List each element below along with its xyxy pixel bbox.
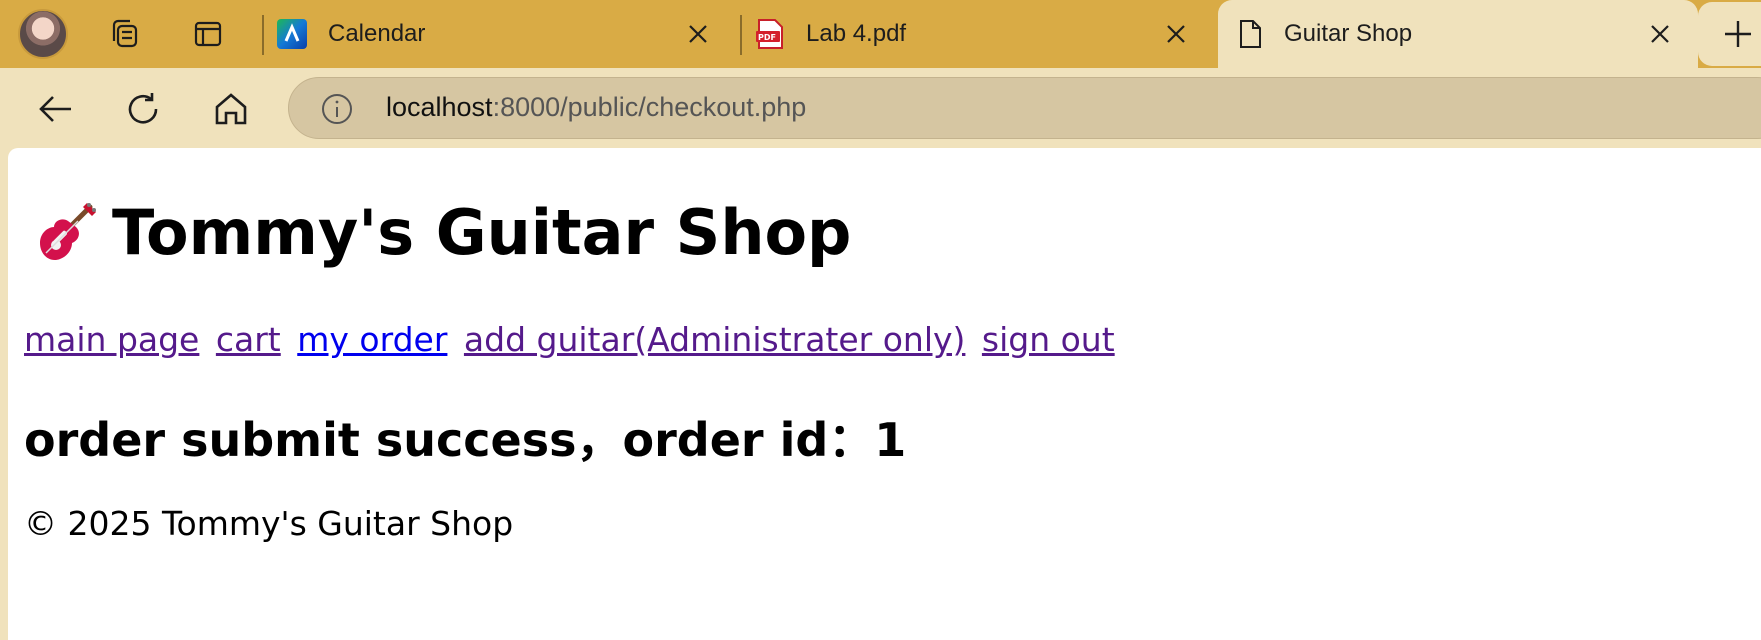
tab-calendar[interactable]: Calendar bbox=[266, 0, 736, 68]
url-path: :8000/public/checkout.php bbox=[492, 92, 807, 122]
nav-link-sign-out[interactable]: sign out bbox=[982, 320, 1115, 359]
new-tab-button[interactable] bbox=[1698, 2, 1761, 66]
plus-icon bbox=[1725, 21, 1751, 47]
arrow-left-icon bbox=[39, 96, 71, 122]
address-url[interactable]: localhost:8000/public/checkout.php bbox=[386, 92, 806, 123]
vertical-tabs-icon[interactable] bbox=[190, 16, 226, 52]
calendar-app-icon bbox=[276, 18, 308, 50]
nav-link-my-order[interactable]: my order bbox=[297, 320, 447, 359]
close-tab-icon[interactable] bbox=[686, 22, 710, 46]
url-host: localhost bbox=[386, 92, 493, 122]
tab-lab4-pdf[interactable]: PDF Lab 4.pdf bbox=[744, 0, 1214, 68]
info-icon[interactable] bbox=[321, 93, 353, 125]
site-nav: main page cart my order add guitar(Admin… bbox=[24, 320, 1121, 359]
tab-strip: Calendar PDF Lab 4.pdf Guitar Shop bbox=[0, 0, 1761, 68]
page-viewport: Tommy's Guitar Shop main page cart my or… bbox=[8, 148, 1761, 640]
nav-link-main-page[interactable]: main page bbox=[24, 320, 199, 359]
nav-link-cart[interactable]: cart bbox=[216, 320, 281, 359]
close-tab-icon[interactable] bbox=[1164, 22, 1188, 46]
browser-toolbar: localhost:8000/public/checkout.php bbox=[0, 68, 1761, 148]
profile-avatar[interactable] bbox=[18, 9, 68, 59]
svg-text:PDF: PDF bbox=[758, 33, 776, 42]
guitar-icon bbox=[40, 202, 96, 260]
tab-separator bbox=[740, 15, 742, 55]
close-tab-icon[interactable] bbox=[1648, 22, 1672, 46]
page-icon bbox=[1234, 18, 1266, 50]
refresh-button[interactable] bbox=[120, 86, 166, 132]
back-button[interactable] bbox=[32, 86, 78, 132]
page-footer: © 2025 Tommy's Guitar Shop bbox=[24, 504, 514, 543]
tab-separator bbox=[262, 15, 264, 55]
tab-title: Guitar Shop bbox=[1284, 20, 1413, 47]
tab-title: Lab 4.pdf bbox=[806, 20, 907, 47]
pdf-icon: PDF bbox=[754, 18, 786, 50]
page-title: Tommy's Guitar Shop bbox=[32, 196, 851, 269]
refresh-icon bbox=[128, 93, 158, 124]
address-bar[interactable]: localhost:8000/public/checkout.php bbox=[288, 77, 1761, 139]
tab-guitar-shop[interactable]: Guitar Shop bbox=[1218, 0, 1698, 68]
nav-link-add-guitar[interactable]: add guitar(Administrater only) bbox=[464, 320, 965, 359]
workspaces-icon[interactable] bbox=[106, 16, 142, 52]
home-button[interactable] bbox=[208, 86, 254, 132]
order-success-message: order submit success，order id：1 bbox=[24, 413, 907, 467]
tab-title: Calendar bbox=[328, 20, 426, 47]
home-icon bbox=[215, 93, 247, 125]
page-title-text: Tommy's Guitar Shop bbox=[112, 196, 852, 269]
